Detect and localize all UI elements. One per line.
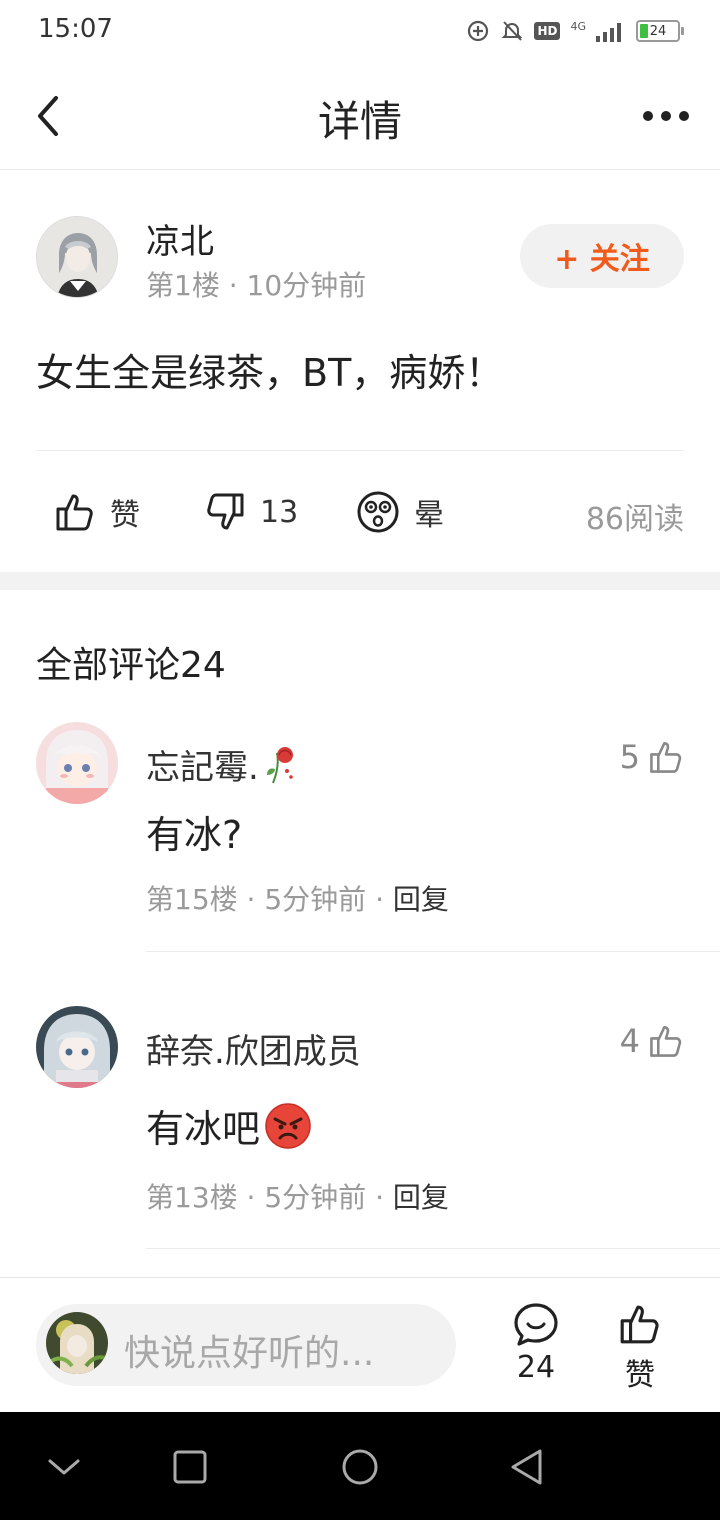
triangle-back-icon [511,1449,542,1485]
divider [146,951,720,952]
commenter-avatar[interactable] [36,722,118,804]
more-button[interactable] [640,96,692,136]
dizzy-face-icon [357,491,399,533]
comment-like-button[interactable]: 4 [620,1022,684,1060]
thumbs-down-icon [207,493,244,530]
comment-text-content: 有冰吧 [146,1107,261,1151]
thumbs-up-icon [56,494,93,531]
dislike-button[interactable]: 13 [204,480,298,544]
nav-back-button[interactable] [496,1442,556,1492]
page-title: 详情 [317,97,402,146]
nav-collapse-button[interactable] [34,1442,94,1492]
comment-count: 24 [516,1350,556,1385]
more-dots-icon [643,111,689,121]
read-count: 86阅读 [585,502,684,537]
reply-button[interactable]: 回复 [393,883,449,916]
circle-icon [342,1449,378,1485]
post-meta: 第1楼 · 10分钟前 [146,269,367,302]
section-divider [0,572,720,590]
dislike-count: 13 [260,494,299,530]
comment-time: 5分钟前 [264,883,367,916]
system-nav-bar [0,1412,720,1520]
angry-face-icon [265,1102,311,1149]
commenter-avatar[interactable] [36,1006,118,1088]
nav-home-button[interactable] [330,1442,390,1492]
hd-badge: HD [534,22,561,40]
battery-level: 24 [649,23,667,39]
comment-item: 忘記霉. 有冰? 第15楼 · 5分钟前 · 回复 5 [0,722,720,952]
data-saver-icon [468,20,489,42]
signal-icon [596,23,621,42]
post-card: 凉北 第1楼 · 10分钟前 + 关注 女生全是绿茶，BT，病娇！ 赞 13 晕… [0,170,720,572]
comments-header: 全部评论24 [36,645,226,686]
wilted-rose-icon [266,746,293,783]
comment-like-count: 4 [619,1022,640,1060]
comment-time: 5分钟前 [264,1181,367,1214]
title-bar: 详情 [0,62,720,170]
chevron-down-icon [48,1459,80,1475]
battery-icon: 24 [636,20,684,42]
commenter-name[interactable]: 辞奈.欣团成员 [146,1024,361,1073]
comment-floor: 第13楼 [146,1181,238,1214]
author-avatar[interactable] [36,216,118,298]
comment-input-placeholder: 快说点好听的... [124,1333,375,1374]
network-type: 4G [570,19,586,33]
divider [146,1248,720,1249]
comment-text: 有冰吧 [146,1098,312,1153]
thumbs-up-icon [620,1305,659,1344]
comments-button[interactable]: 24 [496,1302,576,1385]
square-icon [173,1450,207,1484]
bottom-like-label: 赞 [625,1358,655,1393]
commenter-name-text: 忘記霉. [146,748,259,788]
like-label: 赞 [110,498,140,533]
status-time: 15:07 [38,14,113,44]
commenter-name[interactable]: 忘記霉. [146,740,299,789]
bottom-bar: 快说点好听的... 24 赞 [0,1277,720,1412]
post-actions: 赞 13 晕 86阅读 [0,480,720,544]
comment-like-button[interactable]: 5 [620,738,684,776]
bottom-like-button[interactable]: 赞 [600,1302,680,1394]
nav-recents-button[interactable] [160,1442,220,1492]
like-button[interactable]: 赞 [54,480,140,544]
post-body: 女生全是绿茶，BT，病娇！ [36,351,504,395]
author-name[interactable]: 凉北 [146,214,214,263]
my-avatar [46,1312,108,1374]
dizzy-button[interactable]: 晕 [356,480,444,544]
comment-meta: 第13楼 · 5分钟前 · 回复 [146,1181,449,1214]
dizzy-label: 晕 [414,498,444,533]
comment-floor: 第15楼 [146,883,238,916]
comment-meta: 第15楼 · 5分钟前 · 回复 [146,883,449,916]
comment-text: 有冰? [146,813,243,857]
comment-input[interactable]: 快说点好听的... [36,1304,456,1386]
commenter-name-text: 辞奈.欣团成员 [146,1032,361,1072]
divider [36,450,684,451]
comment-item: 辞奈.欣团成员 有冰吧 第13楼 · 5分钟前 · 回复 4 [0,1006,720,1249]
mute-bell-icon [502,21,523,41]
status-bar: 15:07 HD 4G 24 [0,0,720,62]
thumbs-up-icon [650,1026,682,1057]
comment-bubble-icon [514,1303,558,1346]
status-icons: HD 4G 24 [466,14,684,48]
comment-like-count: 5 [619,738,640,776]
thumbs-up-icon [650,742,682,773]
reply-button[interactable]: 回复 [393,1181,449,1214]
follow-button[interactable]: + 关注 [520,224,684,288]
